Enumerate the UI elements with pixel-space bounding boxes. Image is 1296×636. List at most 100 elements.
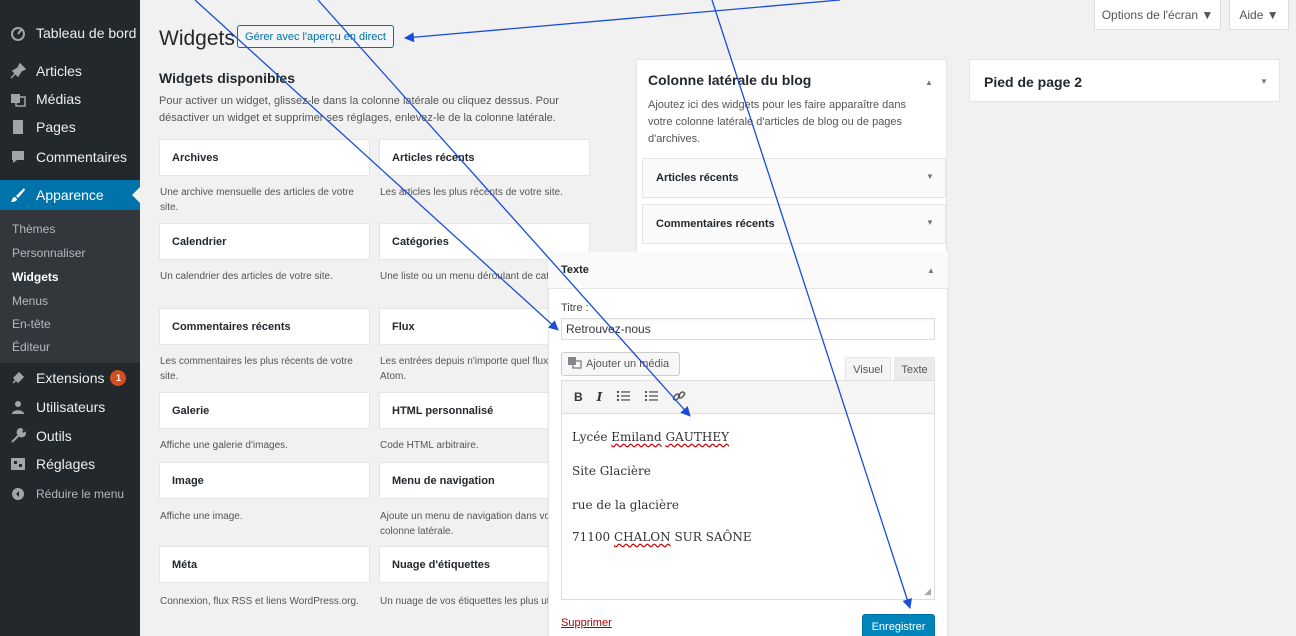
widget-description: Affiche une galerie d'images. (160, 440, 288, 451)
sidebar-widget-recent-comments[interactable]: Commentaires récents (642, 204, 946, 244)
widget-description: Une archive mensuelle des articles de vo… (160, 187, 354, 213)
collapse-icon (0, 487, 36, 501)
menu-tools[interactable]: Outils (0, 421, 140, 451)
delete-link[interactable]: Supprimer (561, 617, 612, 629)
add-media-button[interactable]: Ajouter un média (561, 352, 680, 376)
menu-dashboard[interactable]: Tableau de bord (0, 18, 140, 48)
widget-gallery[interactable]: Galerie (159, 392, 370, 429)
page-title: Widgets (159, 27, 235, 50)
help-button[interactable]: Aide ▼ (1229, 0, 1289, 30)
bold-button[interactable]: B (574, 390, 583, 404)
comments-icon (0, 149, 36, 165)
widget-description: Les commentaires les plus récents de vot… (160, 356, 353, 382)
resize-handle-icon[interactable]: ◢ (924, 587, 931, 597)
media-icon (568, 356, 582, 372)
sidebar-widget-label: Articles récents (656, 172, 739, 184)
editor-line-3: rue de la glacière (572, 498, 679, 512)
expand-caret-icon[interactable]: ▼ (1260, 77, 1268, 86)
bullet-list-icon[interactable] (616, 390, 631, 405)
submenu-header[interactable]: En-tête (12, 317, 51, 331)
widget-recent-comments[interactable]: Commentaires récents (159, 308, 370, 345)
submenu-widgets[interactable]: Widgets (12, 270, 59, 284)
menu-label: Tableau de bord (36, 25, 137, 41)
submenu-themes[interactable]: Thèmes (12, 222, 55, 236)
menu-label: Réduire le menu (36, 487, 125, 501)
collapse-caret-icon[interactable]: ▲ (925, 78, 933, 87)
menu-comments[interactable]: Commentaires (0, 142, 140, 172)
menu-articles[interactable]: Articles (0, 56, 140, 86)
widget-meta[interactable]: Méta (159, 546, 370, 583)
tab-text[interactable]: Texte (894, 357, 935, 381)
editor-toolbar: B I (561, 380, 935, 414)
tab-visual[interactable]: Visuel (845, 357, 891, 381)
editor-line-1: Lycée Emiland GAUTHEY (572, 430, 729, 444)
editor-text: Emiland (611, 430, 662, 444)
pages-icon (0, 119, 36, 135)
available-widgets-description: Pour activer un widget, glissez-le dans … (159, 95, 559, 124)
menu-label: Outils (36, 428, 72, 444)
widget-description: Les articles les plus récents de votre s… (380, 187, 563, 198)
menu-pages[interactable]: Pages (0, 112, 140, 142)
editor-line-2: Site Glacière (572, 464, 651, 478)
link-icon[interactable] (672, 389, 686, 406)
text-widget-label: Texte (561, 264, 589, 276)
widget-recent-posts[interactable]: Articles récents (379, 139, 590, 176)
blog-sidebar-description: Ajoutez ici des widgets pour les faire a… (648, 99, 907, 145)
brush-icon (0, 187, 36, 203)
widget-image[interactable]: Image (159, 462, 370, 499)
editor-text: CHALON (614, 530, 671, 544)
menu-label: Utilisateurs (36, 399, 106, 415)
menu-appearance[interactable]: Apparence (0, 180, 140, 210)
submenu-customize[interactable]: Personnaliser (12, 246, 85, 260)
editor-text: Lycée (572, 430, 612, 444)
menu-label: Articles (36, 63, 82, 79)
collapse-menu[interactable]: Réduire le menu (0, 479, 140, 509)
editor-line-4: 71100 CHALON SUR SAÔNE (572, 530, 752, 544)
sidebar-widget-recent-posts[interactable]: Articles récents (642, 158, 946, 198)
media-icon (0, 91, 36, 107)
screen-options-button[interactable]: Options de l'écran ▼ (1094, 0, 1221, 30)
annotation-arrow (404, 0, 841, 43)
expand-caret-icon[interactable]: ▼ (926, 172, 934, 181)
active-arrow (132, 187, 140, 203)
editor-content-area[interactable]: Lycée Emiland GAUTHEY Site Glacière rue … (561, 414, 935, 600)
plugin-icon (0, 370, 36, 386)
menu-extensions[interactable]: Extensions 1 (0, 363, 140, 393)
editor-text: 71100 (572, 530, 614, 544)
numbered-list-icon[interactable] (644, 390, 659, 405)
menu-label: Pages (36, 119, 76, 135)
blog-sidebar-title[interactable]: Colonne latérale du blog (648, 72, 811, 88)
sidebar-widget-label: Commentaires récents (656, 218, 775, 230)
text-widget-header[interactable]: Texte (548, 252, 948, 289)
submenu-editor[interactable]: Éditeur (12, 340, 50, 354)
add-media-label: Ajouter un média (586, 358, 670, 370)
menu-settings[interactable]: Réglages (0, 449, 140, 479)
title-label: Titre : (561, 302, 589, 314)
admin-sidebar: Tableau de bord Articles Médias Pages Co… (0, 0, 140, 636)
widget-description: Connexion, flux RSS et liens WordPress.o… (160, 596, 359, 607)
menu-label: Réglages (36, 456, 96, 472)
menu-medias[interactable]: Médias (0, 84, 140, 114)
menu-users[interactable]: Utilisateurs (0, 392, 140, 422)
footer-2-title[interactable]: Pied de page 2 (984, 74, 1082, 90)
expand-caret-icon[interactable]: ▼ (926, 218, 934, 227)
editor-text: SUR SAÔNE (670, 530, 752, 544)
menu-label: Commentaires (36, 149, 128, 165)
menu-label: Apparence (36, 187, 104, 203)
dashboard-icon (0, 25, 36, 41)
italic-button[interactable]: I (597, 390, 603, 404)
widget-description: Affiche une image. (160, 511, 243, 522)
widget-description: Un calendrier des articles de votre site… (160, 271, 333, 282)
menu-label: Médias (36, 91, 82, 107)
save-button[interactable]: Enregistrer (862, 614, 935, 636)
widget-archives[interactable]: Archives (159, 139, 370, 176)
collapse-caret-icon[interactable]: ▲ (927, 266, 935, 275)
editor-text: GAUTHEY (665, 430, 730, 444)
pin-icon (0, 63, 36, 79)
appearance-submenu: Thèmes Personnaliser Widgets Menus En-tê… (0, 210, 140, 363)
submenu-menus[interactable]: Menus (12, 294, 48, 308)
live-preview-button[interactable]: Gérer avec l'aperçu en direct (237, 25, 394, 48)
title-input[interactable]: Retrouvez-nous (561, 318, 935, 340)
widget-calendar[interactable]: Calendrier (159, 223, 370, 260)
menu-label: Extensions (36, 370, 105, 386)
